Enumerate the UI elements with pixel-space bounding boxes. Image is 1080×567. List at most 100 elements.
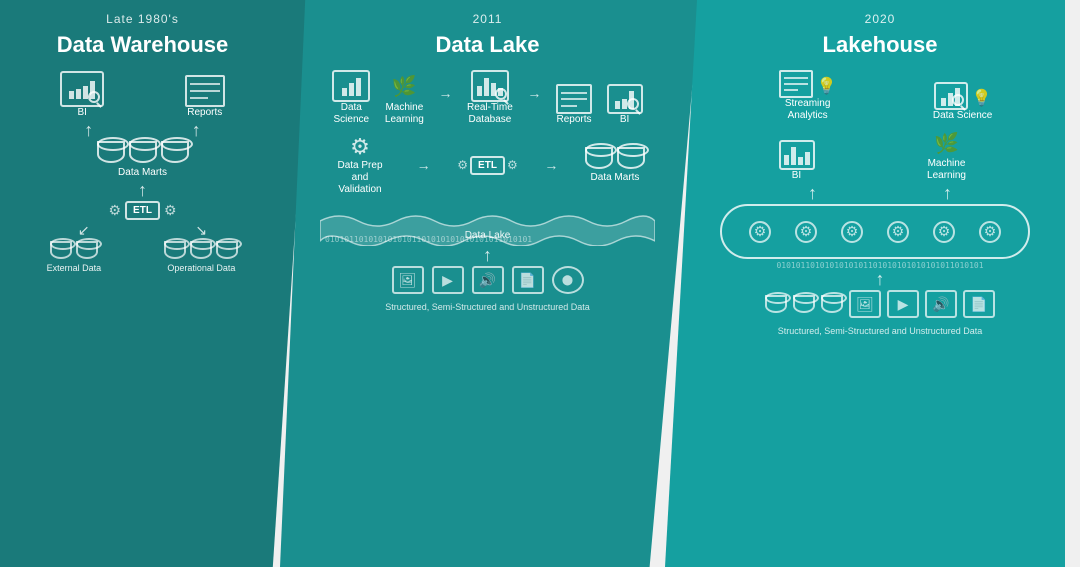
lh-arrow-conv-up: ↑ bbox=[715, 270, 1045, 288]
dw-ext-cyl-1 bbox=[50, 241, 72, 259]
dw-external-label: External Data bbox=[47, 263, 102, 273]
dw-operational-label: Operational Data bbox=[167, 263, 235, 273]
dl-cyl-1 bbox=[585, 147, 613, 169]
dl-bi-label: BI bbox=[620, 114, 629, 126]
lh-cyl-1 bbox=[765, 295, 787, 313]
dl-top-row: DataScience 🌿 MachineLearning → bbox=[320, 70, 655, 126]
lh-arrow-ml-up: ↑ bbox=[943, 184, 952, 202]
dl-data-science-icon bbox=[332, 70, 370, 102]
dl-sources-row: 🖼 ▶ 🔊 📄 ⬤ bbox=[320, 266, 655, 294]
dw-cyl-1 bbox=[97, 141, 125, 163]
lh-second-row: BI 🌿 Machine Learning bbox=[715, 128, 1045, 182]
dw-operational-group: Operational Data bbox=[164, 241, 238, 273]
dl-rtdb-label: Real-TimeDatabase bbox=[467, 102, 513, 126]
lh-conveyor-area: ⚙ ⚙ ⚙ ⚙ ⚙ ⚙ 0101011010101010101101010101… bbox=[720, 204, 1040, 270]
lh-ml-group: 🌿 Machine Learning bbox=[912, 128, 982, 182]
dl-ml-icon: 🌿 bbox=[385, 70, 423, 102]
lh-gear-6: ⚙ bbox=[979, 221, 1001, 243]
dl-lake-label: Data Lake bbox=[465, 230, 511, 241]
dl-dataprep-label: Data Prep and Validation bbox=[330, 160, 390, 196]
dl-lake-area: 0101011010101010101101010101010101011010… bbox=[320, 206, 655, 246]
lh-bi-icon bbox=[779, 140, 815, 170]
dw-bi-icon bbox=[60, 71, 104, 107]
dw-op-cyl-3 bbox=[216, 241, 238, 259]
dl-marts-cyls bbox=[585, 147, 645, 169]
dl-rtdb-icon bbox=[471, 70, 509, 102]
lh-gear-1: ⚙ bbox=[749, 221, 771, 243]
dw-era: Late 1980's bbox=[15, 0, 270, 26]
lakehouse-panel: 2020 Lakehouse 💡 Streaming Analytics bbox=[665, 0, 1065, 567]
lh-ds-label: Data Science bbox=[933, 110, 992, 122]
dw-cyl-3 bbox=[161, 141, 189, 163]
data-warehouse-panel: Late 1980's Data Warehouse BI bbox=[0, 0, 310, 567]
dl-data-science-label: DataScience bbox=[334, 102, 370, 126]
dw-reports-label: Reports bbox=[187, 107, 222, 119]
lh-audio-icon: 🔊 bbox=[925, 290, 957, 318]
lh-bi-group: BI bbox=[779, 140, 815, 182]
lh-cyl-3 bbox=[821, 295, 843, 313]
dl-bottom-label: Structured, Semi-Structured and Unstruct… bbox=[320, 302, 655, 312]
dw-cylinders bbox=[97, 141, 189, 163]
lh-ml-label: Machine Learning bbox=[912, 158, 982, 182]
lh-cyl-2 bbox=[793, 295, 815, 313]
lh-ml-icon: 🌿 bbox=[929, 128, 965, 158]
dw-arrow-reports: ↑ bbox=[192, 121, 201, 139]
dl-rtdb-group: Real-TimeDatabase bbox=[467, 70, 513, 126]
lh-streaming-chart-icon: 💡 bbox=[817, 76, 837, 96]
lh-ds-group: 💡 Data Science bbox=[933, 82, 992, 122]
lh-gear-3: ⚙ bbox=[841, 221, 863, 243]
dw-title: Data Warehouse bbox=[15, 26, 270, 66]
lh-streaming-label: Streaming Analytics bbox=[768, 98, 848, 122]
dl-db-icon: ⬤ bbox=[552, 266, 584, 294]
lh-binary: 0101011010101010101101010101010101011010… bbox=[720, 261, 1040, 270]
dl-arrow-etl: → bbox=[417, 157, 431, 173]
dl-dataprep-icon: ⚙ bbox=[350, 134, 370, 160]
dw-arrow-bi: ↑ bbox=[84, 121, 93, 139]
dl-img-icon: 🖼 bbox=[392, 266, 424, 294]
lh-streaming-report-icon bbox=[779, 70, 813, 98]
dw-bi-group: BI bbox=[60, 71, 104, 119]
dl-reports-icon bbox=[556, 84, 592, 114]
dl-etl-group: ⚙ ETL ⚙ bbox=[457, 156, 517, 175]
dl-etl-box: ETL bbox=[470, 156, 505, 175]
dl-reports-group: Reports bbox=[556, 84, 592, 126]
dw-ext-cyl-2 bbox=[76, 241, 98, 259]
dl-era: 2011 bbox=[320, 0, 655, 26]
dl-datamarts-group: Data Marts bbox=[585, 147, 645, 184]
dw-sources-row: External Data Operational Data bbox=[15, 241, 270, 273]
dl-arrow-rt-db: → bbox=[438, 85, 452, 101]
dw-op-cyl-1 bbox=[164, 241, 186, 259]
dl-bi-group: BI bbox=[607, 84, 643, 126]
lh-img-icon: 🖼 bbox=[849, 290, 881, 318]
main-container: Late 1980's Data Warehouse BI bbox=[0, 0, 1080, 567]
dl-middle-row: ⚙ Data Prep and Validation → ⚙ ETL ⚙ → bbox=[320, 134, 655, 196]
lh-gear-5: ⚙ bbox=[933, 221, 955, 243]
dw-data-marts-group: Data Marts bbox=[97, 141, 189, 179]
dl-doc-icon: 📄 bbox=[512, 266, 544, 294]
lh-era: 2020 bbox=[715, 0, 1045, 26]
lh-bottom-label: Structured, Semi-Structured and Unstruct… bbox=[715, 326, 1045, 336]
lh-title: Lakehouse bbox=[715, 26, 1045, 66]
lh-streaming-group: 💡 Streaming Analytics bbox=[768, 70, 848, 122]
lh-ds-icons: 💡 bbox=[934, 82, 992, 110]
dw-reports-icon bbox=[185, 75, 225, 107]
dl-video-icon: ▶ bbox=[432, 266, 464, 294]
dl-audio-icon: 🔊 bbox=[472, 266, 504, 294]
lh-top-row: 💡 Streaming Analytics bbox=[715, 70, 1045, 122]
dw-op-cyls bbox=[164, 241, 238, 259]
dl-ml-label: MachineLearning bbox=[385, 102, 424, 126]
dl-arrow-marts: → bbox=[544, 157, 558, 173]
dw-data-marts-label: Data Marts bbox=[118, 167, 167, 179]
dw-reports-group: Reports bbox=[185, 75, 225, 119]
dl-arrow-rt-reports: → bbox=[527, 85, 541, 101]
lh-ds-bulb-icon: 💡 bbox=[972, 88, 992, 108]
dw-bi-label: BI bbox=[78, 107, 87, 119]
dl-arrow-lake-up: ↑ bbox=[320, 246, 655, 264]
lh-gear-2: ⚙ bbox=[795, 221, 817, 243]
lh-bi-label: BI bbox=[792, 170, 801, 182]
dl-cyl-2 bbox=[617, 147, 645, 169]
lh-sources-row: 🖼 ▶ 🔊 📄 bbox=[715, 290, 1045, 318]
dl-ml-group: 🌿 MachineLearning bbox=[385, 70, 424, 126]
dw-op-cyl-2 bbox=[190, 241, 212, 259]
dw-arrow-right: ↘ bbox=[195, 222, 207, 239]
